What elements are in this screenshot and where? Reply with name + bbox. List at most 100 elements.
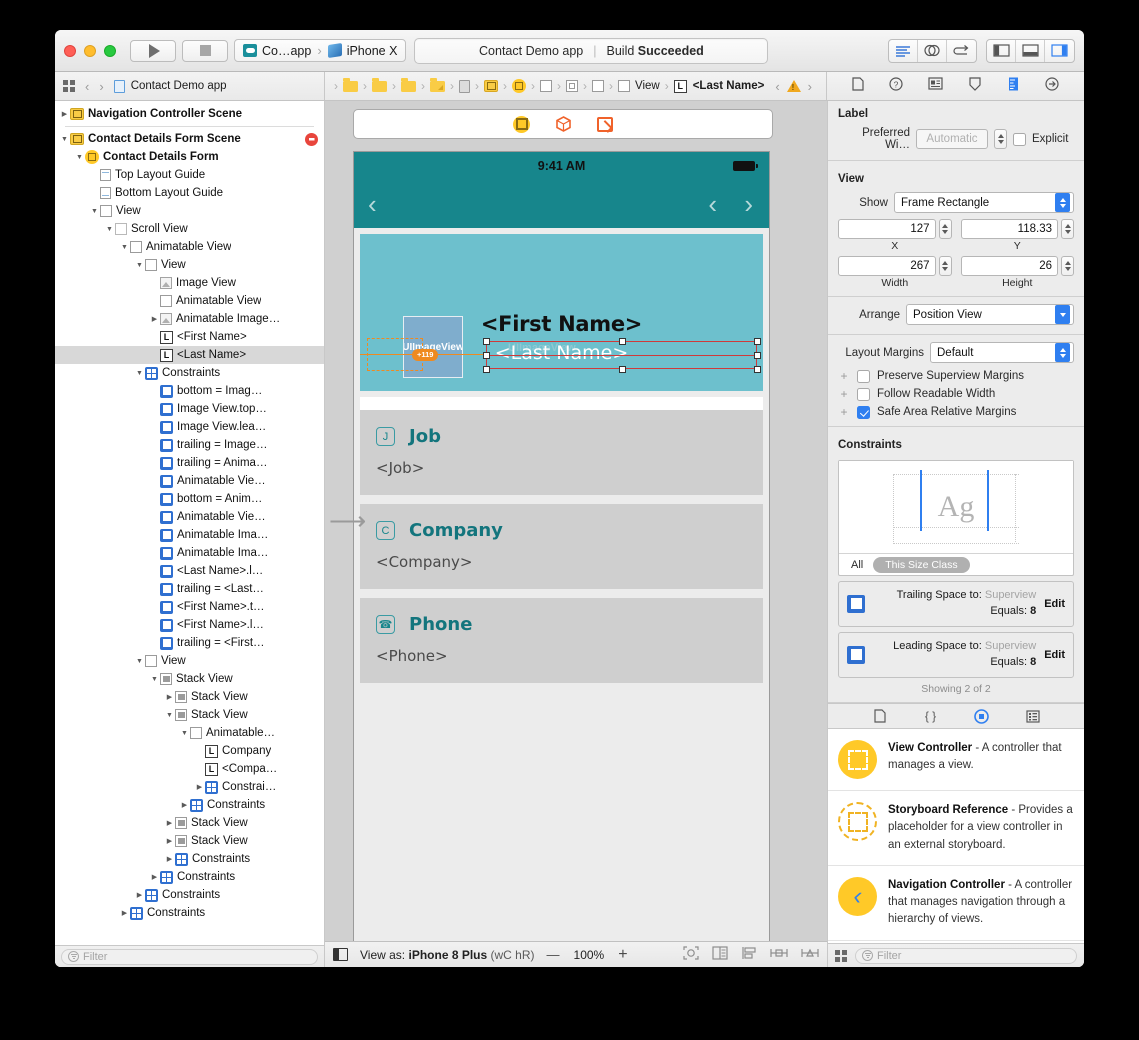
document-outline-list[interactable]: ▶ Navigation Controller Scene ▼ Contact Det… bbox=[55, 101, 324, 945]
warning-icon[interactable] bbox=[786, 80, 801, 92]
back-button[interactable]: ‹ bbox=[85, 79, 89, 94]
panel-toggle-segment[interactable] bbox=[986, 38, 1075, 63]
library-item[interactable]: View Controller - A controller that mana… bbox=[828, 729, 1084, 791]
margin-checkbox[interactable] bbox=[857, 387, 870, 401]
scheme-selector[interactable]: Co…app › iPhone X bbox=[234, 39, 407, 62]
resize-handle-ml[interactable] bbox=[483, 352, 490, 359]
library-item[interactable]: ‹ Navigation Controller - A controller th… bbox=[828, 866, 1084, 941]
align-icon[interactable] bbox=[741, 946, 757, 963]
animatable-view-icon[interactable] bbox=[592, 80, 604, 92]
outline-row[interactable]: trailing = <First… bbox=[55, 634, 324, 652]
disclosure-triangle[interactable]: ▶ bbox=[149, 873, 160, 881]
error-badge-icon[interactable] bbox=[305, 132, 318, 146]
prev-issue-button[interactable]: ‹ bbox=[775, 79, 779, 94]
disclosure-triangle[interactable]: ▶ bbox=[179, 801, 190, 809]
outline-row[interactable]: ▼ Stack View bbox=[55, 670, 324, 688]
add-constraints-icon[interactable] bbox=[770, 946, 788, 963]
zoom-button[interactable] bbox=[104, 44, 116, 57]
outline-row[interactable]: Image View.lea… bbox=[55, 418, 324, 436]
outline-row[interactable]: <First Name>.t… bbox=[55, 598, 324, 616]
resize-handle-tl[interactable] bbox=[483, 338, 490, 345]
outline-row[interactable]: <Last Name>.l… bbox=[55, 562, 324, 580]
constraint-card[interactable]: Trailing Space to: Superview Equals: 8 Edi… bbox=[838, 581, 1074, 627]
media-library-tab[interactable] bbox=[1024, 709, 1041, 724]
exit-icon[interactable] bbox=[597, 116, 613, 132]
outline-row[interactable]: ▶ Navigation Controller Scene bbox=[55, 105, 324, 123]
object-library-tab[interactable] bbox=[973, 708, 990, 724]
outline-row[interactable]: ▼ View bbox=[55, 202, 324, 220]
constraint-edit-button[interactable]: Edit bbox=[1044, 598, 1065, 610]
library-view-mode-icon[interactable] bbox=[835, 949, 847, 962]
prev-chevron-icon[interactable]: ‹ bbox=[708, 191, 717, 217]
disclosure-triangle[interactable]: ▼ bbox=[149, 676, 160, 683]
outline-row[interactable]: ▼ Contact Details Form bbox=[55, 148, 324, 166]
outline-row[interactable]: ▶ Animatable Image… bbox=[55, 310, 324, 328]
arrange-popup[interactable]: Position View bbox=[906, 304, 1074, 325]
add-variation-icon[interactable]: + bbox=[838, 369, 850, 383]
outline-row[interactable]: ▶ Stack View bbox=[55, 832, 324, 850]
y-stepper[interactable] bbox=[1061, 219, 1074, 239]
outline-row[interactable]: ▶ Constraints bbox=[55, 850, 324, 868]
resize-handle-bl[interactable] bbox=[483, 366, 490, 373]
outline-row[interactable]: ▼ Animatable… bbox=[55, 724, 324, 742]
storyboard-scene-icon[interactable] bbox=[484, 80, 498, 92]
outline-row[interactable]: Top Layout Guide bbox=[55, 166, 324, 184]
version-editor-button[interactable] bbox=[947, 40, 976, 62]
width-input[interactable]: 267 bbox=[838, 256, 936, 276]
forward-button[interactable]: › bbox=[99, 79, 103, 94]
outline-row[interactable]: Animatable Ima… bbox=[55, 526, 324, 544]
resize-handle-tr[interactable] bbox=[754, 338, 761, 345]
view-controller-icon[interactable] bbox=[513, 115, 530, 133]
next-issue-button[interactable]: › bbox=[808, 79, 812, 94]
outline-row[interactable]: trailing = Anima… bbox=[55, 454, 324, 472]
toggle-navigator-button[interactable] bbox=[987, 39, 1016, 62]
outline-row[interactable]: Animatable Ima… bbox=[55, 544, 324, 562]
outline-row[interactable]: bottom = Anim… bbox=[55, 490, 324, 508]
library-filter-input[interactable]: Filter bbox=[855, 947, 1077, 964]
run-button[interactable] bbox=[130, 39, 176, 62]
identity-inspector-tab[interactable] bbox=[928, 77, 943, 95]
resolve-issues-icon[interactable] bbox=[801, 946, 819, 963]
outline-row[interactable]: trailing = Image… bbox=[55, 436, 324, 454]
connections-inspector-tab[interactable] bbox=[1045, 76, 1059, 96]
outline-row[interactable]: ▶ Stack View bbox=[55, 814, 324, 832]
disclosure-triangle[interactable]: ▶ bbox=[59, 110, 70, 118]
resize-handle-br[interactable] bbox=[754, 366, 761, 373]
close-button[interactable] bbox=[64, 44, 76, 57]
size-inspector-tab[interactable] bbox=[1007, 77, 1020, 96]
outline-row[interactable]: ▼ Scroll View bbox=[55, 220, 324, 238]
editor-mode-segment[interactable] bbox=[888, 38, 977, 63]
outline-row[interactable]: ▼ Animatable View bbox=[55, 238, 324, 256]
disclosure-triangle[interactable]: ▼ bbox=[119, 244, 130, 251]
first-name-label[interactable]: <First Name> bbox=[360, 312, 763, 336]
add-variation-icon[interactable]: + bbox=[838, 405, 850, 419]
disclosure-triangle[interactable]: ▼ bbox=[89, 208, 100, 215]
folder-icon[interactable] bbox=[372, 78, 387, 92]
disclosure-triangle[interactable]: ▶ bbox=[194, 783, 205, 791]
disclosure-triangle[interactable]: ▼ bbox=[179, 730, 190, 737]
group-folder-icon[interactable] bbox=[430, 78, 445, 92]
view-as-label[interactable]: View as: iPhone 8 Plus (wC hR) bbox=[360, 948, 535, 962]
outline-row[interactable]: ▼ View bbox=[55, 652, 324, 670]
toggle-utilities-button[interactable] bbox=[1045, 40, 1074, 62]
update-frames-icon[interactable] bbox=[683, 946, 699, 963]
outline-row[interactable]: trailing = <Last… bbox=[55, 580, 324, 598]
folder-icon[interactable] bbox=[401, 78, 416, 92]
outline-row[interactable]: Animatable Vie… bbox=[55, 508, 324, 526]
outline-row[interactable]: L <Last Name> bbox=[55, 346, 324, 364]
next-chevron-icon[interactable]: › bbox=[744, 191, 753, 217]
stop-button[interactable] bbox=[182, 39, 228, 62]
view-controller-icon[interactable] bbox=[512, 79, 526, 93]
leading-constraint-line[interactable] bbox=[920, 470, 922, 531]
x-stepper[interactable] bbox=[938, 219, 952, 239]
file-inspector-tab[interactable] bbox=[851, 76, 864, 96]
scope-this-size-class-button[interactable]: This Size Class bbox=[873, 556, 970, 573]
inner-view-icon[interactable] bbox=[618, 80, 630, 92]
outline-row[interactable]: ▶ Constraints bbox=[55, 868, 324, 886]
file-template-library-tab[interactable] bbox=[871, 709, 888, 724]
outline-row[interactable]: ▶ Stack View bbox=[55, 688, 324, 706]
show-popup[interactable]: Frame Rectangle bbox=[894, 192, 1074, 213]
margin-checkbox[interactable] bbox=[857, 369, 870, 383]
outline-row[interactable]: ▶ Constrai… bbox=[55, 778, 324, 796]
form-field-card[interactable]: C Company <Company> bbox=[360, 504, 763, 589]
